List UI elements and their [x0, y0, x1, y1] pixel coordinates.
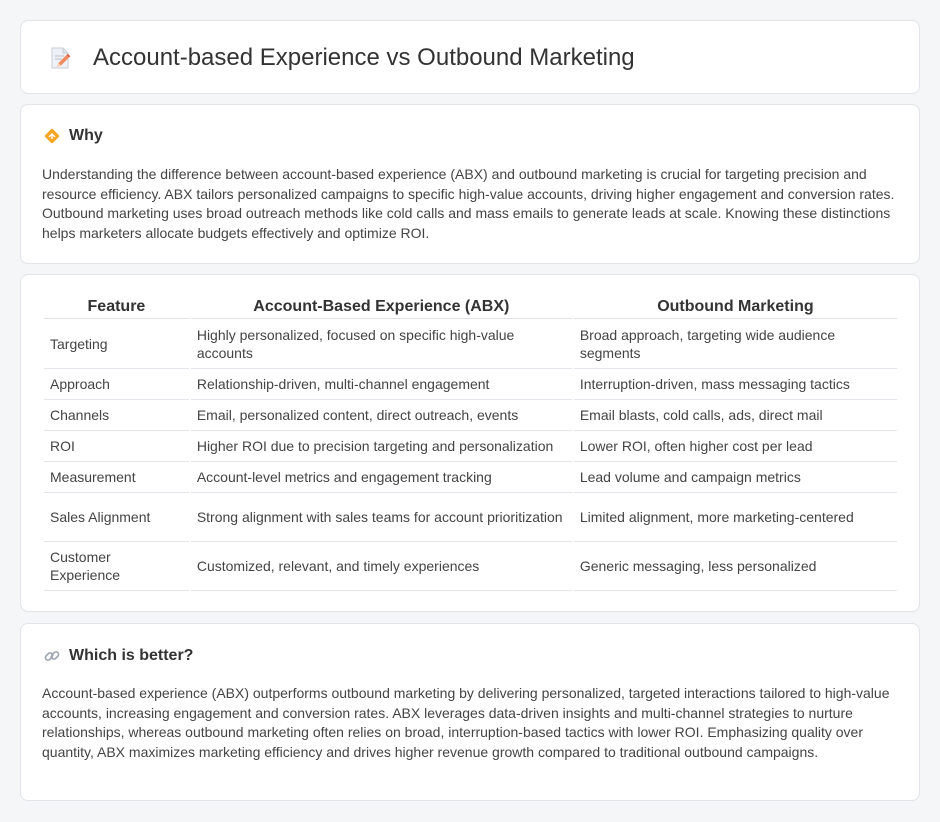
outbound-cell: Broad approach, targeting wide audience … [573, 319, 897, 369]
link-icon [43, 647, 61, 665]
feature-cell: Customer Experience [44, 542, 189, 591]
table-row: Channels Email, personalized content, di… [44, 400, 897, 431]
better-title: Which is better? [69, 647, 194, 664]
abx-cell: Account-level metrics and engagement tra… [190, 462, 572, 493]
header-card: Account-based Experience vs Outbound Mar… [20, 20, 920, 94]
table-row: Approach Relationship-driven, multi-chan… [44, 369, 897, 400]
better-heading: Which is better? [43, 647, 193, 665]
table-row: Measurement Account-level metrics and en… [44, 462, 897, 493]
comparison-table: Feature Account-Based Experience (ABX) O… [42, 294, 899, 591]
page-title: Account-based Experience vs Outbound Mar… [93, 44, 635, 71]
why-title: Why [69, 127, 103, 144]
feature-cell: Sales Alignment [44, 493, 189, 542]
feature-cell: Measurement [44, 462, 189, 493]
outbound-cell: Limited alignment, more marketing-center… [573, 493, 897, 542]
why-text: Understanding the difference between acc… [42, 166, 895, 241]
outbound-cell: Lead volume and campaign metrics [573, 462, 897, 493]
abx-cell: Relationship-driven, multi-channel engag… [190, 369, 572, 400]
outbound-cell: Email blasts, cold calls, ads, direct ma… [573, 400, 897, 431]
outbound-cell: Lower ROI, often higher cost per lead [573, 431, 897, 462]
outbound-cell: Interruption-driven, mass messaging tact… [573, 369, 897, 400]
which-is-better-section: Which is better? Account-based experienc… [20, 623, 920, 801]
why-heading: Why [43, 127, 103, 145]
abx-cell: Email, personalized content, direct outr… [190, 400, 572, 431]
table-row: Customer Experience Customized, relevant… [44, 542, 897, 591]
column-header-feature: Feature [44, 294, 189, 319]
column-header-outbound: Outbound Marketing [573, 294, 897, 319]
feature-cell: ROI [44, 431, 189, 462]
better-text: Account-based experience (ABX) outperfor… [42, 685, 890, 760]
column-header-abx: Account-Based Experience (ABX) [190, 294, 572, 319]
diamond-sign-icon [43, 127, 61, 145]
feature-cell: Targeting [44, 319, 189, 369]
document-pencil-icon [47, 45, 73, 71]
comparison-table-card: Feature Account-Based Experience (ABX) O… [20, 274, 920, 612]
why-section: Why Understanding the difference between… [20, 104, 920, 264]
feature-cell: Approach [44, 369, 189, 400]
feature-cell: Channels [44, 400, 189, 431]
abx-cell: Highly personalized, focused on specific… [190, 319, 572, 369]
table-row: ROI Higher ROI due to precision targetin… [44, 431, 897, 462]
abx-cell: Customized, relevant, and timely experie… [190, 542, 572, 591]
table-row: Sales Alignment Strong alignment with sa… [44, 493, 897, 542]
abx-cell: Strong alignment with sales teams for ac… [190, 493, 572, 542]
abx-cell: Higher ROI due to precision targeting an… [190, 431, 572, 462]
table-row: Targeting Highly personalized, focused o… [44, 319, 897, 369]
table-header-row: Feature Account-Based Experience (ABX) O… [44, 294, 897, 319]
header: Account-based Experience vs Outbound Mar… [47, 44, 635, 72]
outbound-cell: Generic messaging, less personalized [573, 542, 897, 591]
